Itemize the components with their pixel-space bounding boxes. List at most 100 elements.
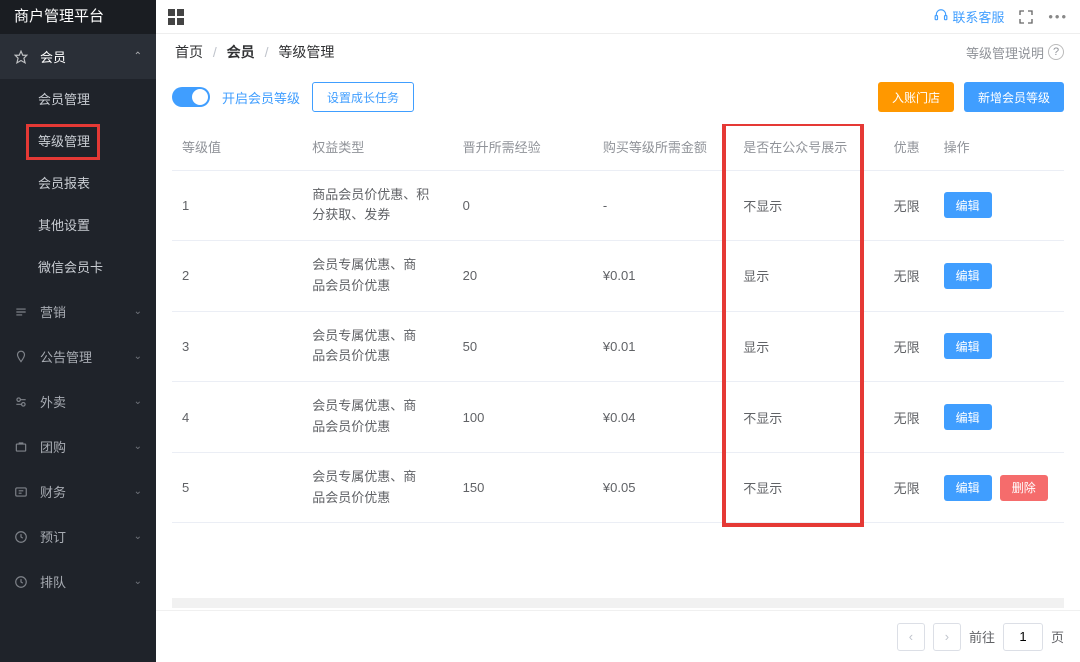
nav-icon <box>14 350 32 364</box>
growth-task-button[interactable]: 设置成长任务 <box>312 82 414 112</box>
table-row: 4会员专属优惠、商品会员价优惠100¥0.04不显示无限编辑 <box>172 382 1064 453</box>
ops-cell: 编辑 <box>934 241 1064 312</box>
nav-icon <box>14 395 32 409</box>
ops-cell: 编辑 <box>934 170 1064 241</box>
nav-label: 会员 <box>40 47 134 66</box>
nav-member-sub: 会员管理 等级管理 会员报表 其他设置 微信会员卡 <box>0 79 156 289</box>
sidebar-item-member-manage[interactable]: 会员管理 <box>0 79 156 121</box>
cell: 不显示 <box>733 382 883 453</box>
sidebar: 商户管理平台 会员 ⌃ 会员管理 等级管理 会员报表 其他设置 微信会员卡 营销… <box>0 0 156 662</box>
toolbar: 开启会员等级 设置成长任务 入账门店 新增会员等级 <box>156 70 1080 124</box>
table-row: 3会员专属优惠、商品会员价优惠50¥0.01显示无限编辑 <box>172 311 1064 382</box>
checkin-store-button[interactable]: 入账门店 <box>878 82 954 112</box>
nav-item-5[interactable]: 预订⌄ <box>0 514 156 559</box>
cell: ¥0.01 <box>593 311 733 382</box>
horizontal-scrollbar[interactable] <box>156 598 1080 610</box>
table-row: 2会员专属优惠、商品会员价优惠20¥0.01显示无限编辑 <box>172 241 1064 312</box>
chevron-down-icon: ⌄ <box>134 441 142 452</box>
cell: - <box>593 170 733 241</box>
add-level-button[interactable]: 新增会员等级 <box>964 82 1064 112</box>
cell: 无限 <box>884 311 934 382</box>
cell: 显示 <box>733 311 883 382</box>
edit-button[interactable]: 编辑 <box>944 404 992 430</box>
nav-member[interactable]: 会员 ⌃ <box>0 34 156 79</box>
brand-title: 商户管理平台 <box>0 0 156 34</box>
chevron-down-icon: ⌄ <box>134 486 142 497</box>
cell: 0 <box>453 170 593 241</box>
nav-item-6[interactable]: 排队⌄ <box>0 559 156 604</box>
ops-cell: 编辑删除 <box>934 452 1064 523</box>
level-table: 等级值权益类型晋升所需经验购买等级所需金额是否在公众号展示优惠操作 1商品会员价… <box>172 124 1064 523</box>
help-icon: ? <box>1048 44 1064 60</box>
sidebar-item-level-manage[interactable]: 等级管理 <box>0 121 156 163</box>
chevron-down-icon: ⌄ <box>134 306 142 317</box>
help-link[interactable]: 等级管理说明 ? <box>966 43 1064 62</box>
contact-support-link[interactable]: 联系客服 <box>934 7 1004 26</box>
chevron-down-icon: ⌄ <box>134 576 142 587</box>
sidebar-item-wechat-card[interactable]: 微信会员卡 <box>0 247 156 289</box>
edit-button[interactable]: 编辑 <box>944 192 992 218</box>
col-header: 权益类型 <box>302 124 452 170</box>
nav-item-0[interactable]: 营销⌄ <box>0 289 156 334</box>
edit-button[interactable]: 编辑 <box>944 333 992 359</box>
cell: 无限 <box>884 241 934 312</box>
prev-page-button[interactable]: ‹ <box>897 623 925 651</box>
nav-icon <box>14 530 32 544</box>
chevron-down-icon: ⌄ <box>134 396 142 407</box>
cell: ¥0.01 <box>593 241 733 312</box>
nav-item-3[interactable]: 团购⌄ <box>0 424 156 469</box>
col-header: 是否在公众号展示 <box>733 124 883 170</box>
topbar: 联系客服 ••• <box>156 0 1080 34</box>
fullscreen-icon[interactable] <box>1018 9 1034 25</box>
cell: 无限 <box>884 452 934 523</box>
nav-item-4[interactable]: 财务⌄ <box>0 469 156 514</box>
cell: 100 <box>453 382 593 453</box>
pager-goto-label: 前往 <box>969 627 995 646</box>
col-header: 晋升所需经验 <box>453 124 593 170</box>
cell: 无限 <box>884 382 934 453</box>
more-icon[interactable]: ••• <box>1048 9 1068 24</box>
edit-button[interactable]: 编辑 <box>944 263 992 289</box>
nav-label: 排队 <box>40 572 134 591</box>
crumb-home[interactable]: 首页 <box>175 44 203 60</box>
cell: 2 <box>172 241 302 312</box>
nav-item-1[interactable]: 公告管理⌄ <box>0 334 156 379</box>
cell: 会员专属优惠、商品会员价优惠 <box>302 382 452 453</box>
ops-cell: 编辑 <box>934 382 1064 453</box>
nav-label: 预订 <box>40 527 134 546</box>
pager-unit-label: 页 <box>1051 627 1064 646</box>
cell: 不显示 <box>733 170 883 241</box>
cell: ¥0.04 <box>593 382 733 453</box>
sidebar-item-other-settings[interactable]: 其他设置 <box>0 205 156 247</box>
col-header: 优惠 <box>884 124 934 170</box>
pager-page-input[interactable] <box>1003 623 1043 651</box>
crumb-section[interactable]: 会员 <box>227 44 255 60</box>
table-container: 等级值权益类型晋升所需经验购买等级所需金额是否在公众号展示优惠操作 1商品会员价… <box>156 124 1080 598</box>
nav-label: 团购 <box>40 437 134 456</box>
nav-label: 营销 <box>40 302 134 321</box>
edit-button[interactable]: 编辑 <box>944 475 992 501</box>
ops-cell: 编辑 <box>934 311 1064 382</box>
cell: 无限 <box>884 170 934 241</box>
delete-button[interactable]: 删除 <box>1000 475 1048 501</box>
chevron-down-icon: ⌄ <box>134 531 142 542</box>
cell: 会员专属优惠、商品会员价优惠 <box>302 241 452 312</box>
col-header: 等级值 <box>172 124 302 170</box>
chevron-up-icon: ⌃ <box>134 51 142 62</box>
cell: 20 <box>453 241 593 312</box>
nav-label: 财务 <box>40 482 134 501</box>
enable-level-switch[interactable] <box>172 87 210 107</box>
cell: 4 <box>172 382 302 453</box>
cell: 3 <box>172 311 302 382</box>
nav-item-2[interactable]: 外卖⌄ <box>0 379 156 424</box>
nav-icon <box>14 575 32 589</box>
cell: ¥0.05 <box>593 452 733 523</box>
nav-icon <box>14 440 32 454</box>
nav-icon <box>14 305 32 319</box>
apps-icon[interactable] <box>168 9 184 25</box>
next-page-button[interactable]: › <box>933 623 961 651</box>
cell: 会员专属优惠、商品会员价优惠 <box>302 452 452 523</box>
sidebar-item-member-report[interactable]: 会员报表 <box>0 163 156 205</box>
col-header: 购买等级所需金额 <box>593 124 733 170</box>
pagination: ‹ › 前往 页 <box>156 610 1080 662</box>
